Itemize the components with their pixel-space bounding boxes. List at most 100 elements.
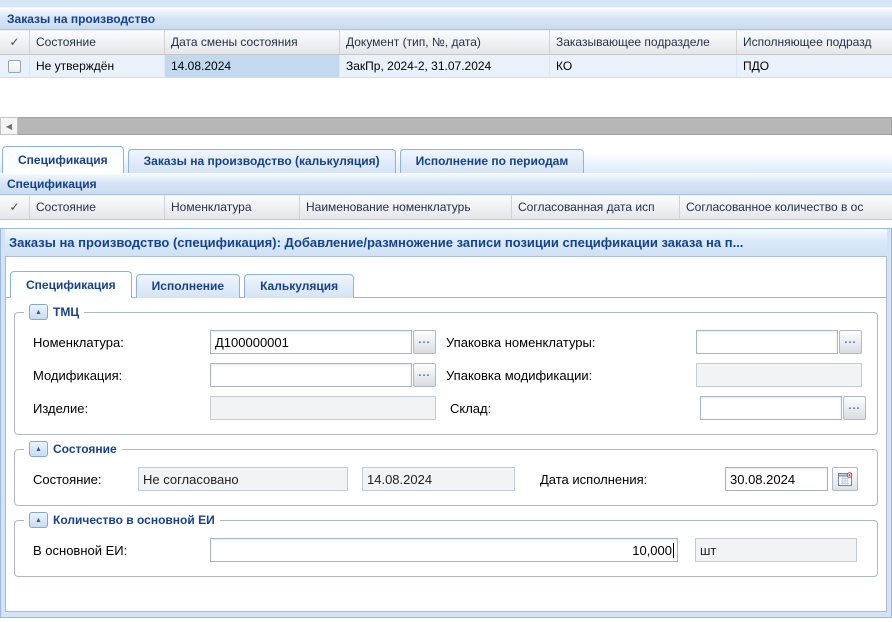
specification-panel-title: Спецификация [0, 173, 892, 195]
spacer [0, 220, 892, 228]
fieldset-tmc: ▲ ТМЦ Номенклатура: ... Упаковка номенкл… [14, 312, 878, 435]
form-row: Модификация: ... Упаковка модификации: [33, 362, 877, 388]
form-row: Состояние: Дата исполнения: [33, 466, 877, 492]
column-header-ordering-dept[interactable]: Заказывающее подразделе [550, 30, 737, 54]
nomenclature-packaging-input[interactable] [696, 330, 838, 354]
dialog-body: Спецификация Исполнение Калькуляция ▲ ТМ… [5, 256, 887, 612]
collapse-icon: ▲ [35, 517, 42, 524]
execution-date-picker-button[interactable] [832, 467, 858, 491]
nomenclature-label: Номенклатура: [33, 335, 210, 350]
warehouse-lookup-button[interactable]: ... [843, 396, 866, 420]
column-header-agreed-date[interactable]: Согласованная дата исп [512, 195, 680, 219]
form-row: Номенклатура: ... Упаковка номенклатуры:… [33, 329, 877, 355]
orders-grid-empty-area [0, 78, 892, 117]
row-checkbox-cell [0, 55, 30, 77]
product-label: Изделие: [33, 401, 210, 416]
nomenclature-packaging-lookup-button[interactable]: ... [839, 330, 862, 354]
collapse-button[interactable]: ▲ [29, 441, 48, 457]
quantity-value: 10,000 [632, 543, 672, 558]
modification-packaging-input [696, 363, 862, 387]
state-input [138, 467, 348, 491]
base-unit-quantity-label: В основной ЕИ: [33, 543, 210, 558]
dialog-tab-specification[interactable]: Спецификация [10, 271, 132, 298]
tab-orders-calculation[interactable]: Заказы на производство (калькуляция) [128, 149, 396, 173]
calendar-icon [838, 472, 853, 486]
collapse-icon: ▲ [35, 309, 42, 316]
top-strip [0, 0, 892, 8]
fieldset-tmc-title: ТМЦ [53, 305, 79, 319]
specification-grid-header: ✓ Состояние Номенклатура Наименование но… [0, 195, 892, 220]
ellipsis-icon: ... [418, 368, 430, 379]
warehouse-input[interactable] [700, 396, 842, 420]
select-all-column-header[interactable]: ✓ [0, 195, 30, 219]
modification-label: Модификация: [33, 368, 210, 383]
fieldset-state-legend: ▲ Состояние [24, 441, 122, 457]
cell-state-date[interactable]: 14.08.2024 [165, 55, 340, 77]
add-spec-record-dialog: Заказы на производство (спецификация): Д… [0, 228, 892, 618]
fieldset-tmc-legend: ▲ ТМЦ [24, 304, 84, 320]
main-tab-bar: Спецификация Заказы на производство (кал… [0, 144, 892, 173]
orders-table-row[interactable]: Не утверждён 14.08.2024 ЗакПр, 2024-2, 3… [0, 55, 892, 78]
cell-ordering-dept[interactable]: КО [550, 55, 737, 77]
collapse-icon: ▲ [35, 446, 42, 453]
row-checkbox[interactable] [8, 60, 21, 73]
modification-lookup-button[interactable]: ... [413, 363, 436, 387]
dialog-title-bar[interactable]: Заказы на производство (спецификация): Д… [5, 229, 887, 256]
state-date-input [362, 467, 515, 491]
dialog-tab-execution[interactable]: Исполнение [136, 274, 240, 298]
orders-grid-header: ✓ Состояние Дата смены состояния Докумен… [0, 30, 892, 55]
tab-specification[interactable]: Спецификация [2, 146, 124, 173]
fieldset-quantity-title: Количество в основной ЕИ [53, 513, 215, 527]
modification-packaging-label: Упаковка модификации: [446, 368, 696, 383]
spacer [0, 135, 892, 144]
ellipsis-icon: ... [418, 335, 430, 346]
product-input [210, 396, 436, 420]
column-header-executing-dept[interactable]: Исполняющее подразд [737, 30, 892, 54]
scroll-left-button[interactable]: ◀ [0, 117, 18, 135]
column-header-state[interactable]: Состояние [30, 195, 165, 219]
cell-state[interactable]: Не утверждён [30, 55, 165, 77]
form-row: Изделие: Склад: ... [33, 395, 877, 421]
fieldset-quantity-legend: ▲ Количество в основной ЕИ [24, 512, 220, 528]
checkmark-icon: ✓ [9, 196, 19, 219]
orders-panel-title: Заказы на производство [0, 8, 892, 30]
execution-date-input[interactable] [725, 467, 828, 491]
cell-executing-dept[interactable]: ПДО [737, 55, 892, 77]
column-header-state[interactable]: Состояние [30, 30, 165, 54]
application-window: Заказы на производство ✓ Состояние Дата … [0, 0, 892, 622]
scroll-left-arrow-icon: ◀ [6, 122, 12, 131]
nomenclature-packaging-label: Упаковка номенклатуры: [446, 335, 696, 350]
dialog-tab-bar: Спецификация Исполнение Калькуляция [6, 264, 886, 298]
nomenclature-lookup-button[interactable]: ... [413, 330, 436, 354]
fieldset-quantity: ▲ Количество в основной ЕИ В основной ЕИ… [14, 520, 878, 577]
column-header-document[interactable]: Документ (тип, №, дата) [340, 30, 550, 54]
nomenclature-input[interactable] [210, 330, 412, 354]
warehouse-label: Склад: [450, 401, 700, 416]
fieldset-state: ▲ Состояние Состояние: Дата исполнения: [14, 449, 878, 506]
modification-input[interactable] [210, 363, 412, 387]
horizontal-scrollbar[interactable]: ◀ [0, 117, 892, 135]
text-cursor [673, 543, 674, 558]
cell-document[interactable]: ЗакПр, 2024-2, 31.07.2024 [340, 55, 550, 77]
column-header-nomenclature[interactable]: Номенклатура [165, 195, 300, 219]
column-header-state-date[interactable]: Дата смены состояния [165, 30, 340, 54]
select-all-column-header[interactable]: ✓ [0, 30, 30, 54]
column-header-agreed-quantity[interactable]: Согласованное количество в ос [680, 195, 892, 219]
unit-input [695, 538, 857, 562]
collapse-button[interactable]: ▲ [29, 512, 48, 528]
ellipsis-icon: ... [848, 401, 860, 412]
collapse-button[interactable]: ▲ [29, 304, 48, 320]
form-row: В основной ЕИ: 10,000 [33, 537, 877, 563]
checkmark-icon: ✓ [9, 31, 19, 54]
ellipsis-icon: ... [844, 335, 856, 346]
dialog-tab-calculation[interactable]: Калькуляция [244, 274, 354, 298]
state-label: Состояние: [33, 472, 138, 487]
scrollbar-thumb[interactable] [18, 117, 892, 135]
specification-panel: Спецификация ✓ Состояние Номенклатура На… [0, 173, 892, 220]
column-header-nomenclature-name[interactable]: Наименование номенклатурь [300, 195, 512, 219]
orders-panel: Заказы на производство ✓ Состояние Дата … [0, 8, 892, 135]
base-unit-quantity-input[interactable]: 10,000 [210, 538, 678, 562]
fieldset-state-title: Состояние [53, 442, 117, 456]
tab-execution-by-periods[interactable]: Исполнение по периодам [400, 149, 585, 173]
execution-date-label: Дата исполнения: [540, 472, 725, 487]
